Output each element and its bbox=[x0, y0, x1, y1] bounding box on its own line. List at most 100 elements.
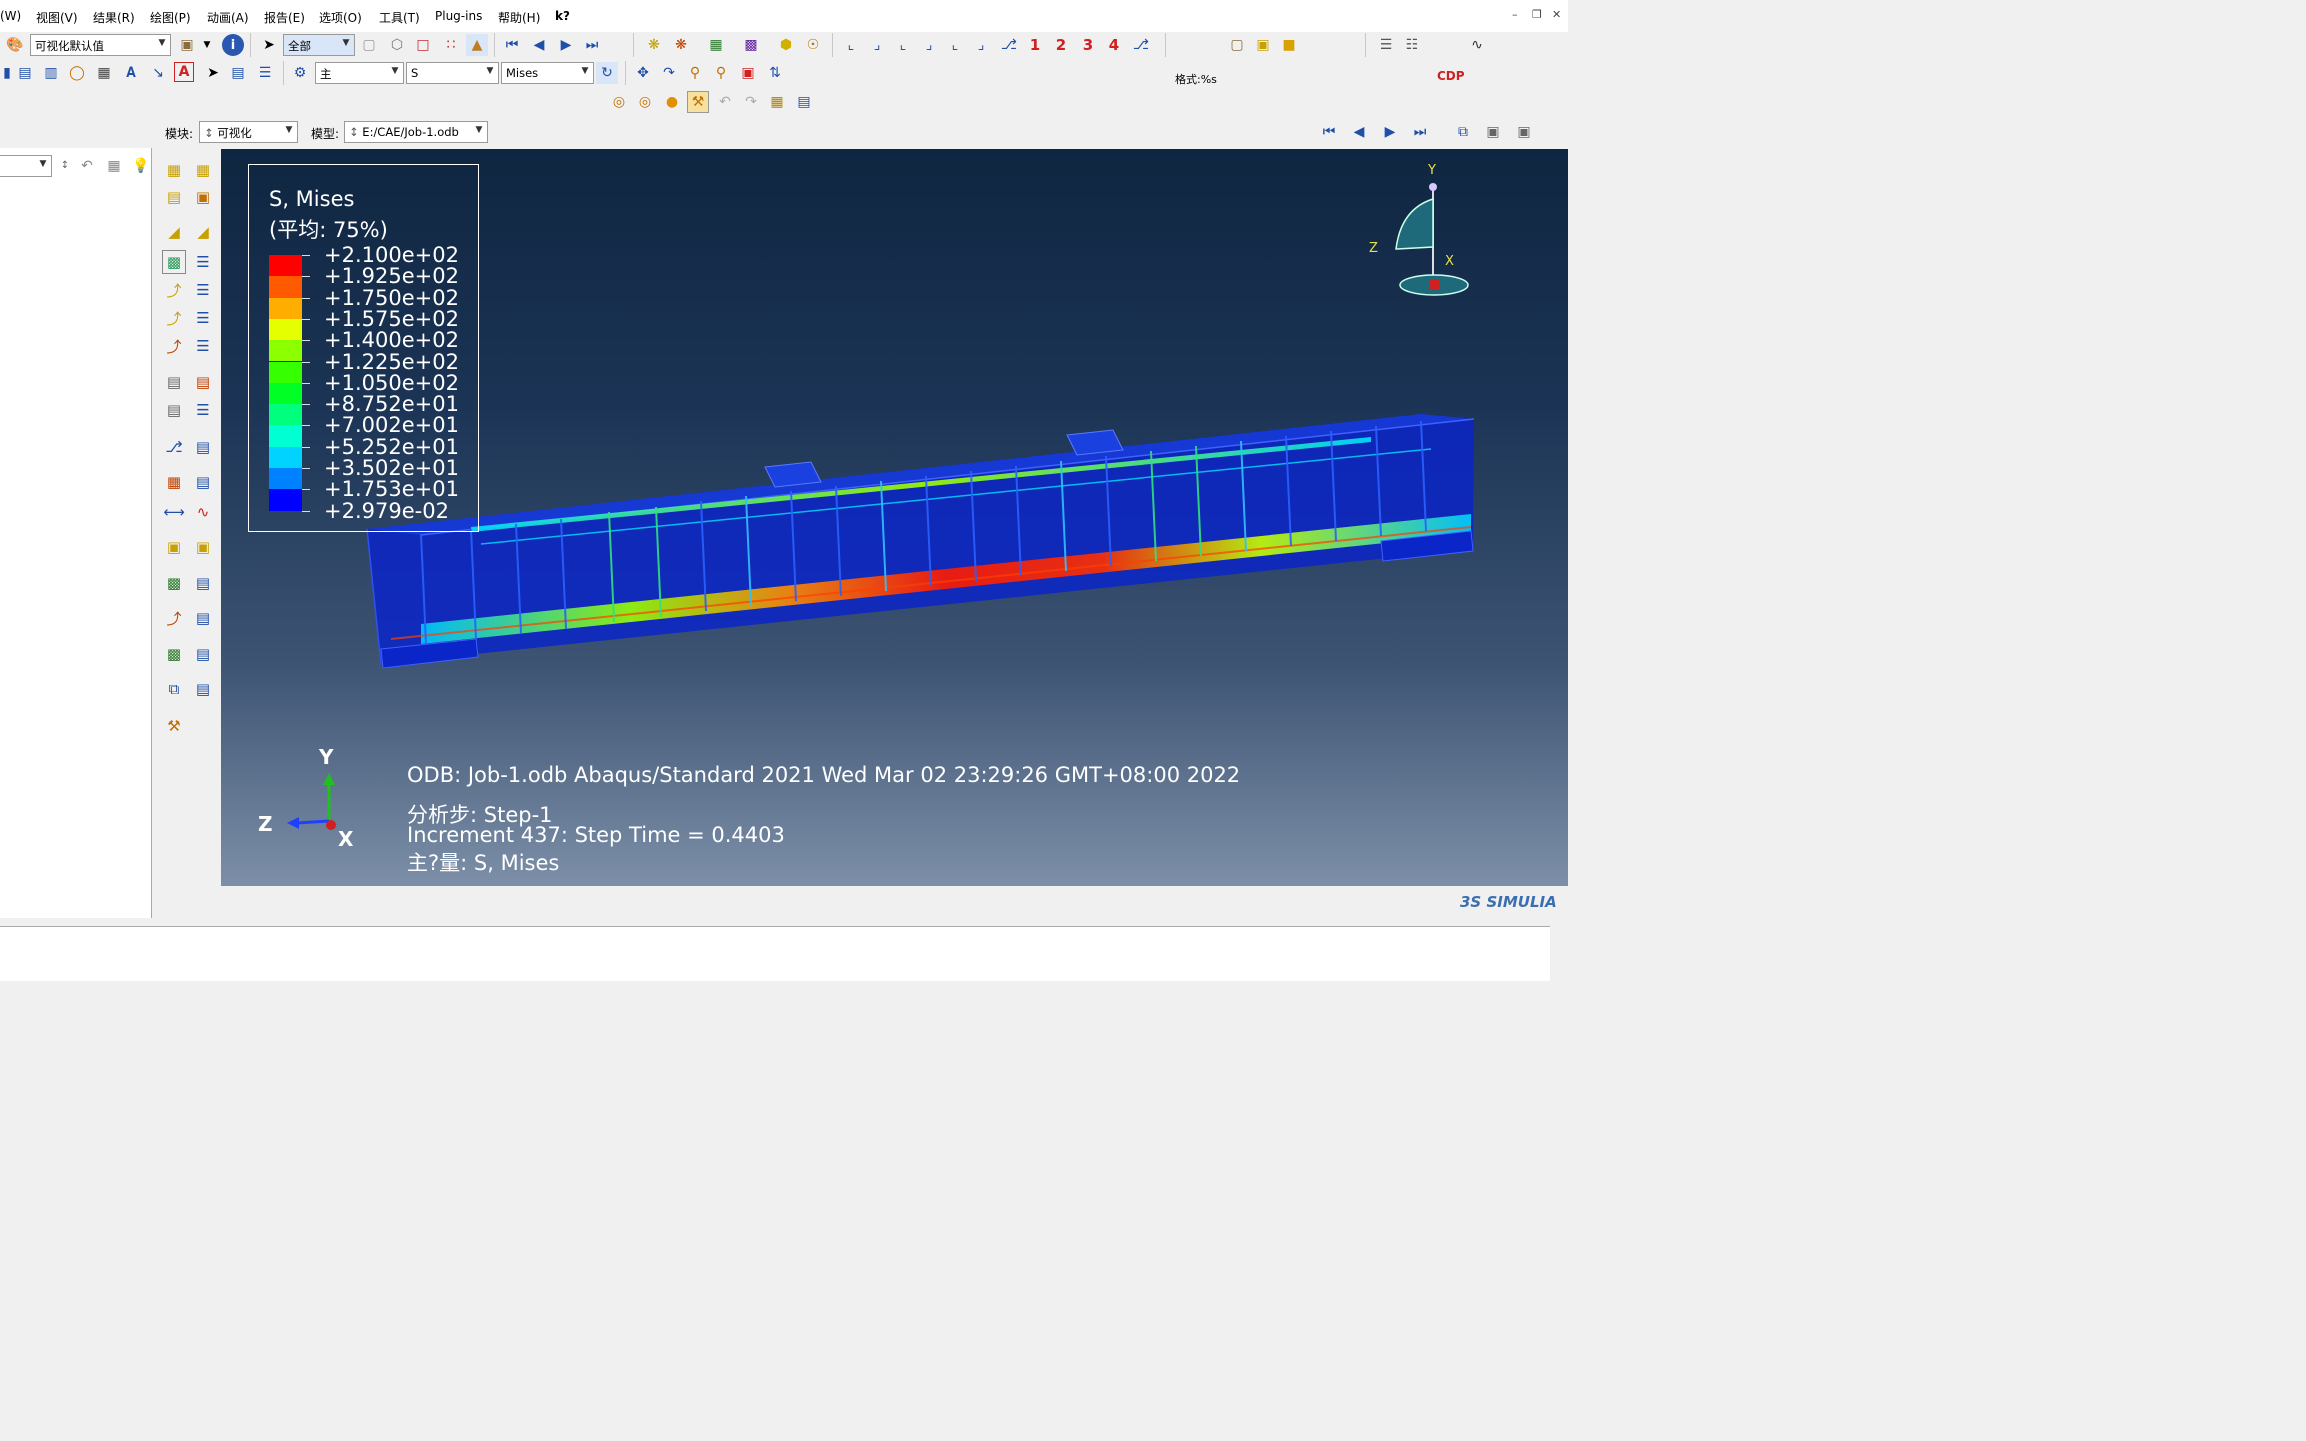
query-icon[interactable]: ⚒ bbox=[687, 91, 709, 113]
xy-data-icon[interactable]: ▦ bbox=[162, 470, 186, 494]
box-select-icon[interactable]: □ bbox=[412, 34, 434, 56]
orientation-options-icon[interactable]: ☰ bbox=[191, 306, 215, 330]
numbering-icon[interactable]: ▦ bbox=[162, 158, 186, 182]
animation-options-icon[interactable]: ☰ bbox=[191, 398, 215, 422]
erase-icon[interactable]: ▲ bbox=[466, 34, 488, 56]
camera-settings-icon[interactable]: ▣ bbox=[1513, 121, 1535, 143]
pan-icon[interactable]: ✥ bbox=[632, 62, 654, 84]
contour-icon[interactable]: ▩ bbox=[740, 34, 762, 56]
next-frame-icon[interactable]: ▶ bbox=[1379, 121, 1401, 143]
cut-plane-icon[interactable]: ◎ bbox=[608, 91, 630, 113]
chevron-down-icon[interactable]: ▼ bbox=[196, 34, 218, 56]
stream-manager-icon[interactable]: ▤ bbox=[191, 606, 215, 630]
overlay-icon[interactable]: ⧉ bbox=[162, 677, 186, 701]
tree-filter-select[interactable]: ▼ bbox=[0, 155, 52, 177]
menu-view[interactable]: 视图(V) bbox=[36, 9, 78, 26]
view-xy-icon[interactable]: ⌞ bbox=[840, 34, 862, 56]
last-frame-icon[interactable]: ⏭ bbox=[581, 34, 603, 56]
spin-icon[interactable]: ↕ bbox=[54, 155, 76, 177]
menu-help[interactable]: 帮助(H) bbox=[498, 9, 540, 26]
menu-plugins[interactable]: Plug-ins bbox=[435, 9, 482, 23]
plot-options-icon[interactable]: ▣ bbox=[191, 185, 215, 209]
view-2-button[interactable]: 2 bbox=[1050, 34, 1072, 56]
free-body-options-icon[interactable]: ▣ bbox=[191, 535, 215, 559]
first-frame-icon[interactable]: ⏮ bbox=[1318, 121, 1340, 143]
view-yx-icon[interactable]: ⌟ bbox=[866, 34, 888, 56]
view-1-button[interactable]: 1 bbox=[1024, 34, 1046, 56]
contour-mesh-icon[interactable]: ▦ bbox=[705, 34, 727, 56]
deformed-icon[interactable]: ❋ bbox=[670, 34, 692, 56]
field-output-select[interactable]: S ▼ bbox=[406, 62, 499, 84]
pointer-icon[interactable]: ➤ bbox=[202, 62, 224, 84]
rotate-icon[interactable]: ↷ bbox=[658, 62, 680, 84]
sphere-icon[interactable]: ● bbox=[661, 91, 683, 113]
xy-data-manager-icon[interactable]: ▤ bbox=[191, 470, 215, 494]
xy-plot-icon[interactable]: ∿ bbox=[191, 500, 215, 524]
contour-options-icon[interactable]: ☰ bbox=[191, 250, 215, 274]
first-frame-icon[interactable]: ⏮ bbox=[501, 34, 523, 56]
table-icon[interactable]: ▦ bbox=[93, 62, 115, 84]
display-group-icon[interactable]: ⚙ bbox=[289, 62, 311, 84]
tree-filter-icon[interactable]: ▦ bbox=[103, 155, 125, 177]
module-select[interactable]: ↕ 可视化 ▼ bbox=[199, 121, 298, 143]
redo-icon[interactable]: ↷ bbox=[740, 91, 762, 113]
query-tool-icon[interactable]: ⚒ bbox=[162, 714, 186, 738]
viewport-annotation-icon[interactable]: ◯ bbox=[66, 62, 88, 84]
ladder-icon[interactable]: ☷ bbox=[1401, 34, 1423, 56]
symbol-options-icon[interactable]: ☰ bbox=[191, 278, 215, 302]
deformed-shape-icon[interactable]: ◢ bbox=[162, 220, 186, 244]
camera-icon[interactable]: ▣ bbox=[1482, 121, 1504, 143]
display-body-manager-icon[interactable]: ▤ bbox=[191, 642, 215, 666]
menu-result[interactable]: 结果(R) bbox=[93, 9, 135, 26]
view-zy-icon[interactable]: ⌞ bbox=[892, 34, 914, 56]
cube-display-icon[interactable]: ▣ bbox=[176, 34, 198, 56]
xy-plot-icon[interactable]: ∿ bbox=[1466, 34, 1488, 56]
close-icon[interactable]: ✕ bbox=[1552, 8, 1561, 21]
superimpose-icon[interactable]: ▤ bbox=[162, 185, 186, 209]
view-cut-icon[interactable]: ◎ bbox=[634, 91, 656, 113]
copy-icon[interactable]: ⧉ bbox=[1452, 121, 1474, 143]
arrow-icon[interactable]: ↘ bbox=[147, 62, 169, 84]
selection-filter-select[interactable]: 全部 ▼ bbox=[283, 34, 355, 56]
view-cut-options-icon[interactable]: ▤ bbox=[191, 571, 215, 595]
last-frame-icon[interactable]: ⏭ bbox=[1409, 121, 1431, 143]
menu-animate[interactable]: 动画(A) bbox=[207, 9, 249, 26]
text-annotation-icon[interactable]: 𝐀 bbox=[120, 62, 142, 84]
triad-view-icon[interactable]: ⎇ bbox=[1130, 34, 1152, 56]
common-plot-icon[interactable]: ▦ bbox=[191, 158, 215, 182]
material-orientation-icon[interactable]: ☉ bbox=[802, 34, 824, 56]
animation-time-icon[interactable]: ▤ bbox=[191, 370, 215, 394]
tile-horizontal-icon[interactable]: ▤ bbox=[14, 62, 36, 84]
cycle-views-icon[interactable]: ⇅ bbox=[764, 62, 786, 84]
text-icon[interactable]: A bbox=[174, 62, 194, 82]
symbol-plot-icon[interactable]: ⤴ bbox=[162, 278, 186, 302]
animate-options-icon[interactable]: ☰ bbox=[191, 334, 215, 358]
menu-window[interactable]: (W) bbox=[0, 9, 21, 23]
ruler-icon[interactable]: ☰ bbox=[1375, 34, 1397, 56]
undo-icon[interactable]: ↶ bbox=[714, 91, 736, 113]
next-frame-icon[interactable]: ▶ bbox=[555, 34, 577, 56]
hidden-cube-icon[interactable]: ▣ bbox=[1252, 34, 1274, 56]
auto-fit-icon[interactable]: ▣ bbox=[737, 62, 759, 84]
view-cut-manager-icon[interactable]: ▩ bbox=[162, 571, 186, 595]
overlay-manager-icon[interactable]: ▤ bbox=[191, 677, 215, 701]
viewport[interactable]: Y Z X S, Mises (平均: 75%) +2.100e+02 +1.92… bbox=[221, 149, 1568, 886]
deformed-options-icon[interactable]: ◢ bbox=[191, 220, 215, 244]
display-body-icon[interactable]: ▩ bbox=[162, 642, 186, 666]
stream-icon[interactable]: ⤴ bbox=[162, 606, 186, 630]
menu-tools[interactable]: 工具(T) bbox=[379, 9, 420, 26]
model-select[interactable]: ↕ E:/CAE/Job-1.odb ▼ bbox=[344, 121, 488, 143]
menu-options[interactable]: 选项(O) bbox=[319, 9, 362, 26]
previous-frame-icon[interactable]: ◀ bbox=[1348, 121, 1370, 143]
restore-icon[interactable]: ❐ bbox=[1532, 8, 1542, 21]
animation-scale-icon[interactable]: ▤ bbox=[162, 370, 186, 394]
view-3-button[interactable]: 3 bbox=[1077, 34, 1099, 56]
nodes-select-icon[interactable]: ∷ bbox=[440, 34, 462, 56]
symbol-icon[interactable]: ⬢ bbox=[775, 34, 797, 56]
color-scheme-select[interactable]: 可视化默认值 ▼ bbox=[30, 34, 171, 56]
iso-view-icon[interactable]: ⎇ bbox=[998, 34, 1020, 56]
material-orientation-plot-icon[interactable]: ⤴ bbox=[162, 306, 186, 330]
tree-back-icon[interactable]: ↶ bbox=[76, 155, 98, 177]
view-4-button[interactable]: 4 bbox=[1103, 34, 1125, 56]
animate-icon[interactable]: ⤴ bbox=[162, 334, 186, 358]
